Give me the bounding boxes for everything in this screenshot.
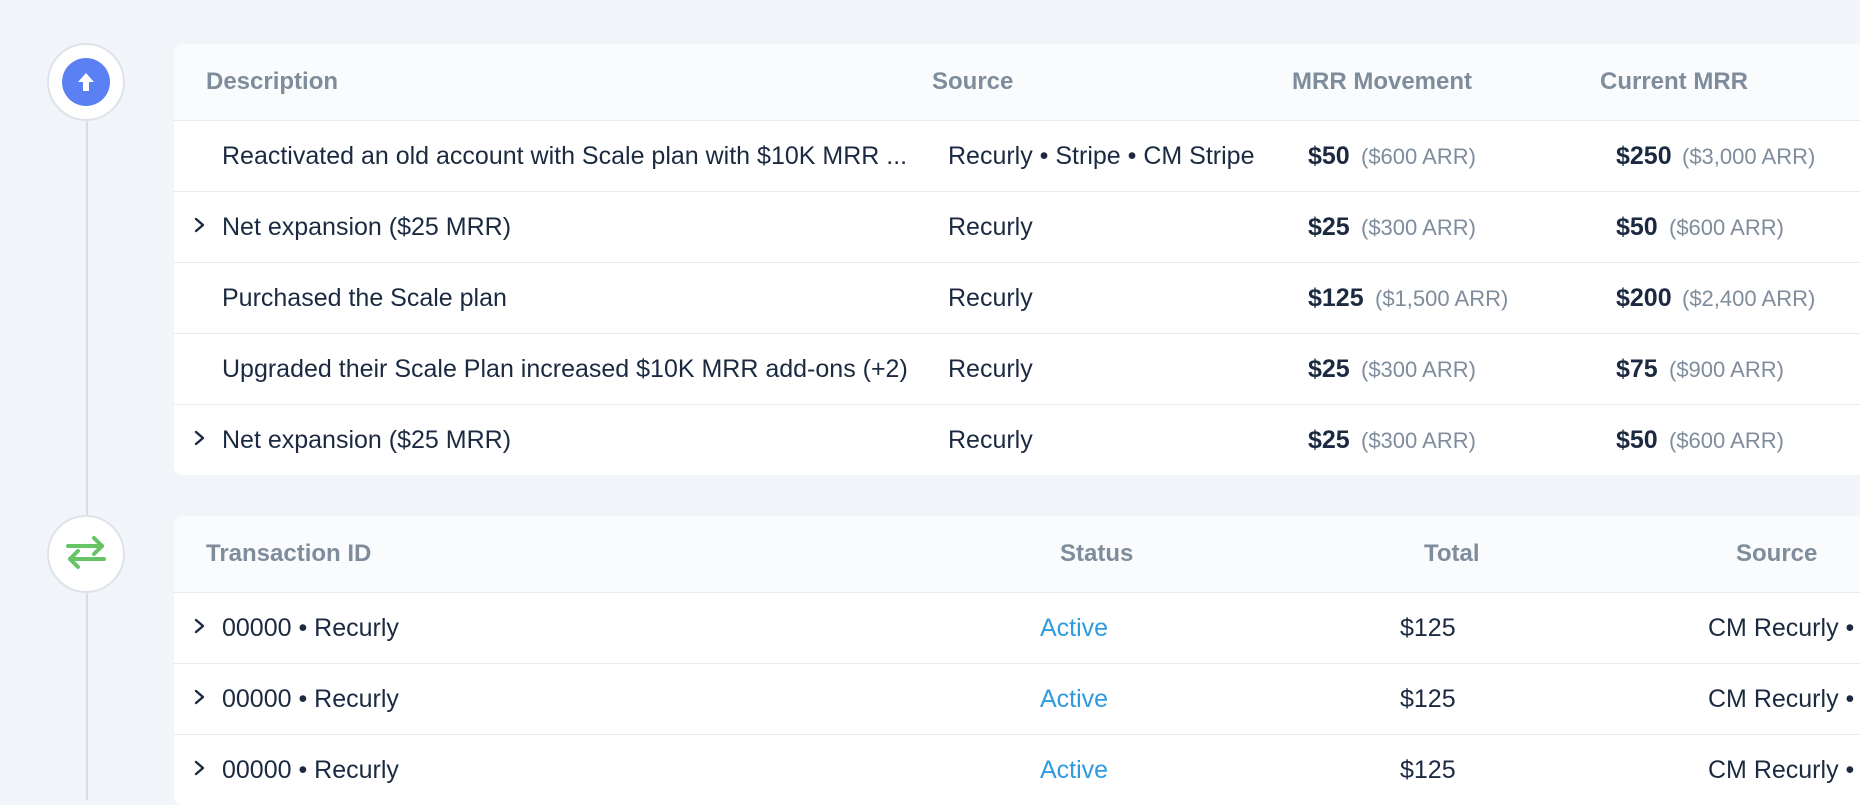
status-badge: Active [1040, 685, 1109, 713]
transaction-source: CM Recurly • R [1708, 756, 1860, 784]
chevron-right-icon[interactable] [190, 210, 210, 240]
timeline-node-transactions [47, 515, 125, 593]
transaction-total: $125 [1400, 614, 1456, 642]
column-header-total[interactable]: Total [1424, 540, 1480, 568]
column-header-status[interactable]: Status [1060, 540, 1133, 568]
row-mrr-movement: $25 [1308, 355, 1350, 383]
row-description: Reactivated an old account with Scale pl… [222, 142, 908, 170]
timeline-node-upgrade [47, 43, 125, 121]
transaction-total: $125 [1400, 685, 1456, 713]
transaction-id: 00000 • Recurly [222, 614, 399, 642]
row-current-mrr: $75 [1616, 355, 1658, 383]
status-badge: Active [1040, 756, 1109, 784]
column-header-description[interactable]: Description [206, 68, 338, 96]
row-current-mrr-arr: ($3,000 ARR) [1682, 144, 1816, 169]
chevron-right-icon[interactable] [190, 611, 210, 641]
status-badge: Active [1040, 614, 1109, 642]
row-current-mrr-arr: ($900 ARR) [1669, 357, 1784, 382]
row-mrr-movement-arr: ($1,500 ARR) [1375, 286, 1509, 311]
table-row[interactable]: Net expansion ($25 MRR) Recurly $25 ($30… [174, 192, 1860, 263]
row-description: Upgraded their Scale Plan increased $10K… [222, 355, 908, 383]
row-mrr-movement-arr: ($600 ARR) [1361, 144, 1476, 169]
transaction-source: CM Recurly • R [1708, 614, 1860, 642]
chevron-right-icon[interactable] [190, 423, 210, 453]
table-row[interactable]: Purchased the Scale plan Recurly $125 ($… [174, 263, 1860, 334]
row-source: Recurly [948, 426, 1033, 454]
row-mrr-movement-arr: ($300 ARR) [1361, 357, 1476, 382]
row-description: Net expansion ($25 MRR) [222, 426, 512, 454]
row-mrr-movement-arr: ($300 ARR) [1361, 215, 1476, 240]
row-mrr-movement: $125 [1308, 284, 1364, 312]
column-header-mrr-movement[interactable]: MRR Movement [1292, 68, 1472, 96]
row-source: Recurly • Stripe • CM Stripe [948, 142, 1255, 170]
row-source: Recurly [948, 213, 1033, 241]
column-header-current-mrr[interactable]: Current MRR [1600, 68, 1748, 96]
chevron-right-icon[interactable] [190, 753, 210, 783]
transaction-total: $125 [1400, 756, 1456, 784]
row-source: Recurly [948, 355, 1033, 383]
table-row[interactable]: Net expansion ($25 MRR) Recurly $25 ($30… [174, 405, 1860, 475]
row-description: Purchased the Scale plan [222, 284, 507, 312]
transaction-source: CM Recurly • R [1708, 685, 1860, 713]
arrow-up-icon [62, 58, 110, 106]
row-description: Net expansion ($25 MRR) [222, 213, 512, 241]
row-mrr-movement-arr: ($300 ARR) [1361, 428, 1476, 453]
chevron-right-icon[interactable] [190, 682, 210, 712]
row-mrr-movement: $50 [1308, 142, 1350, 170]
row-current-mrr: $200 [1616, 284, 1672, 312]
transactions-table: Transaction ID Status Total Source 00000… [174, 516, 1860, 805]
table-row[interactable]: 00000 • Recurly Active $125 CM Recurly •… [174, 593, 1860, 664]
table-header: Description Source MRR Movement Current … [174, 44, 1860, 121]
row-current-mrr-arr: ($600 ARR) [1669, 215, 1784, 240]
row-source: Recurly [948, 284, 1033, 312]
row-current-mrr-arr: ($600 ARR) [1669, 428, 1784, 453]
table-row[interactable]: Upgraded their Scale Plan increased $10K… [174, 334, 1860, 405]
timeline-rail [86, 80, 88, 800]
transaction-id: 00000 • Recurly [222, 756, 399, 784]
mrr-movement-table: Description Source MRR Movement Current … [174, 44, 1860, 475]
row-current-mrr: $50 [1616, 426, 1658, 454]
transfer-arrows-icon [64, 534, 108, 575]
table-row[interactable]: 00000 • Recurly Active $125 CM Recurly •… [174, 664, 1860, 735]
column-header-source[interactable]: Source [1736, 540, 1817, 568]
transaction-id: 00000 • Recurly [222, 685, 399, 713]
table-row[interactable]: Reactivated an old account with Scale pl… [174, 121, 1860, 192]
row-current-mrr-arr: ($2,400 ARR) [1682, 286, 1816, 311]
column-header-transaction-id[interactable]: Transaction ID [206, 540, 371, 568]
table-header: Transaction ID Status Total Source [174, 516, 1860, 593]
row-mrr-movement: $25 [1308, 213, 1350, 241]
row-mrr-movement: $25 [1308, 426, 1350, 454]
row-current-mrr: $250 [1616, 142, 1672, 170]
table-row[interactable]: 00000 • Recurly Active $125 CM Recurly •… [174, 735, 1860, 805]
row-current-mrr: $50 [1616, 213, 1658, 241]
column-header-source[interactable]: Source [932, 68, 1013, 96]
